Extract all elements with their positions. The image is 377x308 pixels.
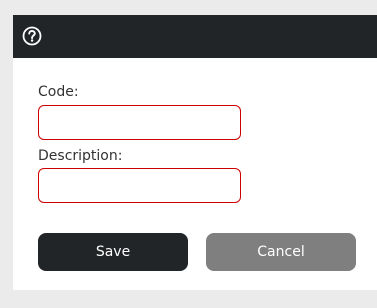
code-label: Code: [38,84,79,100]
cancel-button[interactable]: Cancel [206,233,356,271]
dialog: Code: Description: Save Cancel [13,15,377,290]
save-button[interactable]: Save [38,233,188,271]
code-input[interactable] [38,105,241,140]
description-input[interactable] [38,168,241,203]
dialog-titlebar [13,15,377,58]
description-label: Description: [38,148,123,164]
help-icon[interactable] [22,26,42,46]
